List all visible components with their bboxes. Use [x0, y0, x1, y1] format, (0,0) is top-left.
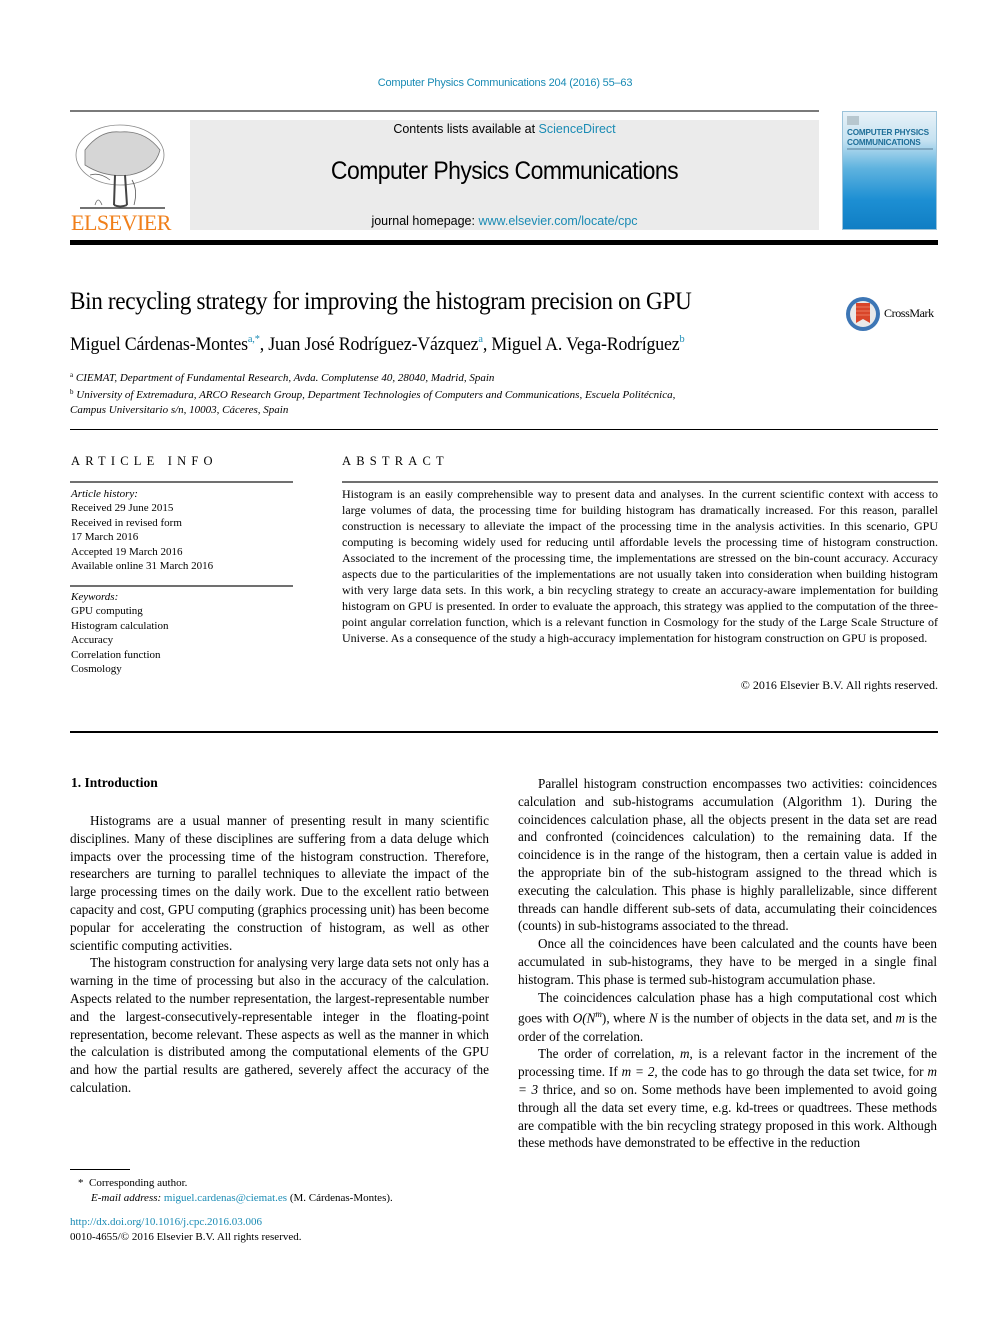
header-top-rule [70, 110, 819, 112]
author-affil-mark[interactable]: b [680, 333, 685, 345]
keywords-rule [70, 585, 293, 587]
author-affil-mark[interactable]: a [478, 333, 483, 345]
history-item: Received in revised form [71, 516, 182, 529]
body-paragraph: Histograms are a usual manner of present… [70, 813, 489, 953]
keyword: Cosmology [71, 663, 122, 676]
keyword: Histogram calculation [71, 619, 169, 632]
math-expression: m = 2 [621, 1064, 655, 1080]
email-link[interactable]: miguel.cardenas@ciemat.es [164, 1192, 287, 1204]
math-symbol: N [648, 1010, 658, 1026]
affiliation-rule [70, 429, 938, 430]
author-name: Miguel A. Vega-Rodríguez [491, 334, 680, 355]
sciencedirect-link[interactable]: ScienceDirect [539, 122, 616, 136]
keyword: Accuracy [71, 634, 114, 647]
history-item: Available online 31 March 2016 [71, 560, 214, 573]
keyword: Correlation function [71, 648, 161, 661]
article-history: Article history: Received 29 June 2015 R… [71, 487, 213, 573]
corresponding-author-label: Corresponding author. [89, 1177, 188, 1189]
body-column-right: Parallel histogram construction encompas… [518, 775, 937, 1152]
abstract-bottom-rule [70, 731, 938, 733]
body-paragraph: The histogram construction for analysing… [70, 955, 489, 1095]
affiliation-a: a CIEMAT, Department of Fundamental Rese… [70, 368, 494, 386]
text-run: , the code has to go through the data se… [654, 1064, 928, 1080]
math-symbol: m [680, 1046, 690, 1062]
math-symbol: m [895, 1010, 906, 1026]
journal-cover-image[interactable]: COMPUTER PHYSICS COMMUNICATIONS [842, 111, 937, 230]
affiliation-b: b University of Extremadura, ARCO Resear… [70, 385, 675, 418]
article-info-caption: ARTICLE INFO [71, 454, 218, 468]
contents-line: Contents lists available at ScienceDirec… [190, 122, 819, 136]
history-item: 17 March 2016 [71, 531, 139, 544]
email-owner: (M. Cárdenas-Montes). [287, 1192, 393, 1204]
footnote-star: * [78, 1177, 84, 1189]
doi-link[interactable]: http://dx.doi.org/10.1016/j.cpc.2016.03.… [70, 1216, 262, 1228]
article-info-rule [70, 481, 293, 483]
body-paragraph: Once all the coincidences have been calc… [518, 936, 937, 987]
paper-title: Bin recycling strategy for improving the… [70, 288, 692, 315]
abstract-caption: ABSTRACT [342, 454, 449, 468]
body-paragraph: The order of correlation, m, is a releva… [518, 1045, 937, 1152]
cover-logo-icon [847, 116, 859, 125]
publisher-wordmark: ELSEVIER [71, 210, 171, 235]
text-run: The order of correlation, [538, 1046, 680, 1062]
history-item: Accepted 19 March 2016 [71, 545, 183, 558]
cover-title-line2: COMMUNICATIONS [847, 137, 921, 147]
keywords-heading: Keywords: [71, 591, 119, 603]
corresponding-author-footnote: * Corresponding author. E-mail address: … [78, 1176, 393, 1206]
cover-title: COMPUTER PHYSICS COMMUNICATIONS [847, 128, 935, 147]
journal-name: Computer Physics Communications [330, 157, 679, 185]
homepage-line: journal homepage: www.elsevier.com/locat… [190, 214, 819, 228]
contents-prefix: Contents lists available at [393, 122, 539, 136]
text-run: thrice, and so on. Some methods have bee… [518, 1081, 937, 1151]
author-name: Miguel Cárdenas-Montes [70, 334, 248, 355]
cover-title-line1: COMPUTER PHYSICS [847, 128, 929, 137]
email-label: E-mail address: [91, 1192, 164, 1204]
body-paragraph: Parallel histogram construction encompas… [518, 776, 937, 934]
author-list: Miguel Cárdenas-Montesa,*, Juan José Rod… [70, 333, 685, 355]
section-heading-introduction: 1. Introduction [71, 775, 158, 790]
keywords: Keywords: GPU computing Histogram calcul… [71, 590, 168, 676]
text-run: , where [606, 1010, 649, 1026]
author-name: Juan José Rodríguez-Vázquez [268, 334, 479, 355]
affiliation-text-cont: Campus Universitario s/n, 10003, Cáceres… [70, 404, 289, 416]
abstract-rule [342, 481, 938, 483]
affiliation-text: University of Extremadura, ARCO Research… [76, 389, 676, 401]
body-column-left: Histograms are a usual manner of present… [70, 812, 489, 1097]
doi-block: http://dx.doi.org/10.1016/j.cpc.2016.03.… [70, 1215, 302, 1245]
affiliation-mark: a [70, 371, 74, 379]
body-paragraph: The coincidences calculation phase has a… [518, 989, 937, 1046]
abstract-text: Histogram is an easily comprehensible wa… [342, 487, 938, 645]
author-affil-mark[interactable]: a,* [248, 333, 260, 345]
crossmark-button[interactable]: CrossMark [844, 295, 940, 333]
affiliation-mark: b [70, 388, 74, 396]
journal-homepage-link[interactable]: www.elsevier.com/locate/cpc [478, 214, 637, 228]
cover-subtitle-bar [847, 148, 933, 150]
history-item: Received 29 June 2015 [71, 502, 174, 515]
keyword: GPU computing [71, 605, 143, 618]
journal-reference-link[interactable]: Computer Physics Communications 204 (201… [0, 77, 992, 89]
history-heading: Article history: [71, 488, 138, 500]
header-bottom-rule [70, 240, 938, 245]
homepage-prefix: journal homepage: [371, 214, 479, 228]
abstract-copyright: © 2016 Elsevier B.V. All rights reserved… [740, 678, 938, 692]
issn-copyright: 0010-4655/© 2016 Elsevier B.V. All right… [70, 1231, 302, 1243]
footnote-rule [70, 1169, 130, 1170]
math-expression: O(N [572, 1010, 596, 1026]
text-run: is the number of objects in the data set… [657, 1010, 896, 1026]
crossmark-label: CrossMark [884, 306, 934, 320]
affiliation-text: CIEMAT, Department of Fundamental Resear… [75, 372, 495, 384]
crossmark-icon [846, 297, 880, 331]
